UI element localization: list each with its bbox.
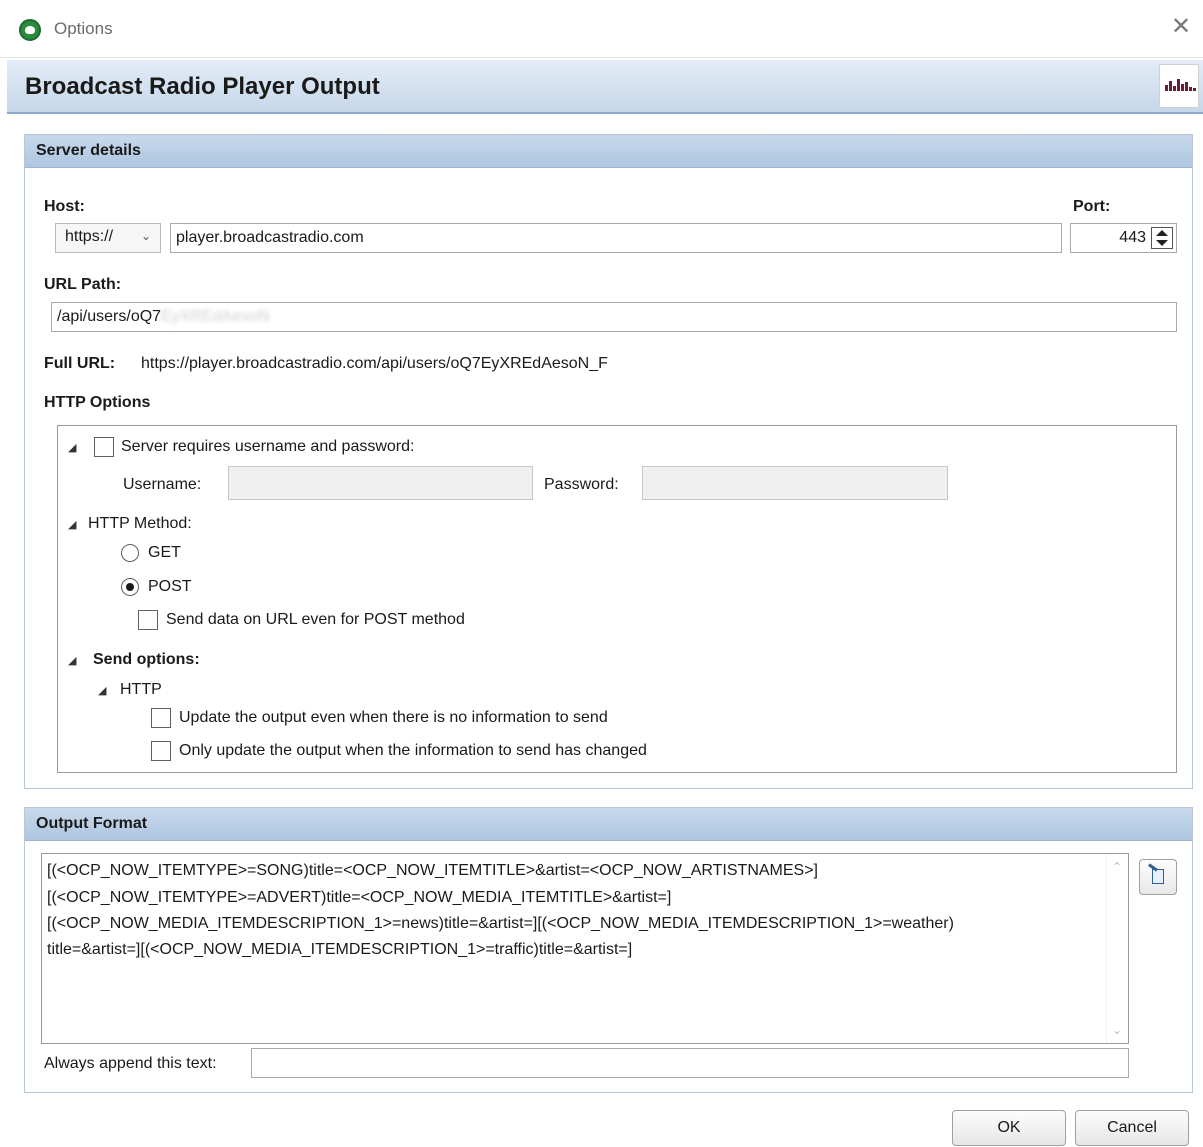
expand-triangle-icon[interactable]: ◢	[68, 441, 76, 454]
format-line: title=&artist=][(<OCP_NOW_MEDIA_ITEMDESC…	[47, 941, 633, 958]
http-method-label: HTTP Method:	[88, 515, 192, 532]
port-label: Port:	[1073, 198, 1111, 215]
format-line: [(<OCP_NOW_ITEMTYPE>=ADVERT)title=<OCP_N…	[47, 889, 672, 906]
append-text-label: Always append this text:	[44, 1055, 217, 1072]
append-text-input[interactable]	[251, 1048, 1129, 1078]
url-path-value: /api/users/oQ7	[57, 308, 162, 325]
password-field[interactable]	[642, 466, 948, 500]
server-details-heading: Server details	[25, 135, 1192, 168]
expand-triangle-icon[interactable]: ◢	[68, 654, 76, 667]
output-format-heading-text: Output Format	[36, 815, 148, 832]
page-title: Broadcast Radio Player Output	[25, 73, 380, 100]
window-title: Options	[54, 19, 113, 38]
get-label: GET	[148, 544, 181, 561]
username-label: Username:	[123, 476, 202, 493]
http-options-label: HTTP Options	[44, 394, 151, 411]
auth-label: Server requires username and password:	[121, 438, 415, 455]
get-radio[interactable]	[121, 544, 139, 562]
full-url-value: https://player.broadcastradio.com/api/us…	[141, 355, 608, 372]
host-label: Host:	[44, 198, 85, 215]
equalizer-logo-icon	[1159, 64, 1199, 108]
page-header: Broadcast Radio Player Output	[7, 60, 1203, 114]
title-bar: Options ✕	[0, 0, 1203, 58]
edit-format-button[interactable]	[1139, 859, 1177, 895]
output-format-group: Output Format [(<OCP_NOW_ITEMTYPE>=SONG)…	[24, 807, 1193, 1093]
port-value: 443	[1119, 229, 1146, 246]
auth-checkbox[interactable]	[94, 437, 114, 457]
full-url-label: Full URL:	[44, 355, 116, 372]
expand-triangle-icon[interactable]: ◢	[68, 518, 76, 531]
url-path-input[interactable]: /api/users/oQ7EyXREdAesoN	[51, 302, 1177, 332]
send-on-url-label: Send data on URL even for POST method	[166, 611, 465, 628]
output-format-editor[interactable]: [(<OCP_NOW_ITEMTYPE>=SONG)title=<OCP_NOW…	[41, 853, 1129, 1044]
chevron-down-icon: ⌄	[140, 229, 151, 243]
post-label: POST	[148, 578, 192, 595]
server-details-group: Server details Host: https:// ⌄ player.b…	[24, 134, 1193, 789]
scroll-up-icon[interactable]: ⌃	[1112, 860, 1122, 874]
update-no-info-label: Update the output even when there is no …	[179, 709, 608, 726]
password-label: Password:	[544, 476, 619, 493]
url-path-redacted: EyXREdAesoN	[161, 308, 270, 325]
only-changed-checkbox[interactable]	[151, 741, 171, 761]
server-details-heading-text: Server details	[36, 142, 141, 159]
close-icon[interactable]: ✕	[1168, 14, 1194, 40]
send-options-label: Send options:	[93, 651, 200, 668]
post-radio[interactable]	[121, 578, 139, 596]
vertical-scrollbar[interactable]: ⌃ ⌄	[1106, 854, 1128, 1043]
ok-button[interactable]: OK	[952, 1110, 1066, 1146]
spin-down-icon[interactable]	[1156, 240, 1168, 246]
document-icon	[1152, 869, 1164, 884]
http-options-tree: ◢ Server requires username and password:…	[57, 425, 1177, 773]
http-node-label: HTTP	[120, 681, 162, 698]
format-line: [(<OCP_NOW_MEDIA_ITEMDESCRIPTION_1>=news…	[47, 915, 954, 932]
scroll-down-icon[interactable]: ⌄	[1112, 1023, 1122, 1037]
only-changed-label: Only update the output when the informat…	[179, 742, 647, 759]
host-input[interactable]: player.broadcastradio.com	[170, 223, 1062, 253]
username-field[interactable]	[228, 466, 533, 500]
app-icon	[19, 19, 41, 41]
send-on-url-checkbox[interactable]	[138, 610, 158, 630]
cancel-button[interactable]: Cancel	[1075, 1110, 1189, 1146]
protocol-value: https://	[65, 228, 114, 245]
port-spin-buttons[interactable]	[1151, 227, 1173, 249]
protocol-dropdown[interactable]: https:// ⌄	[55, 223, 161, 253]
spin-up-icon[interactable]	[1156, 230, 1168, 236]
url-path-label: URL Path:	[44, 276, 122, 293]
update-no-info-checkbox[interactable]	[151, 708, 171, 728]
format-line: [(<OCP_NOW_ITEMTYPE>=SONG)title=<OCP_NOW…	[47, 862, 818, 879]
expand-triangle-icon[interactable]: ◢	[98, 684, 106, 697]
port-stepper[interactable]: 443	[1070, 223, 1177, 253]
output-format-heading: Output Format	[25, 808, 1192, 841]
